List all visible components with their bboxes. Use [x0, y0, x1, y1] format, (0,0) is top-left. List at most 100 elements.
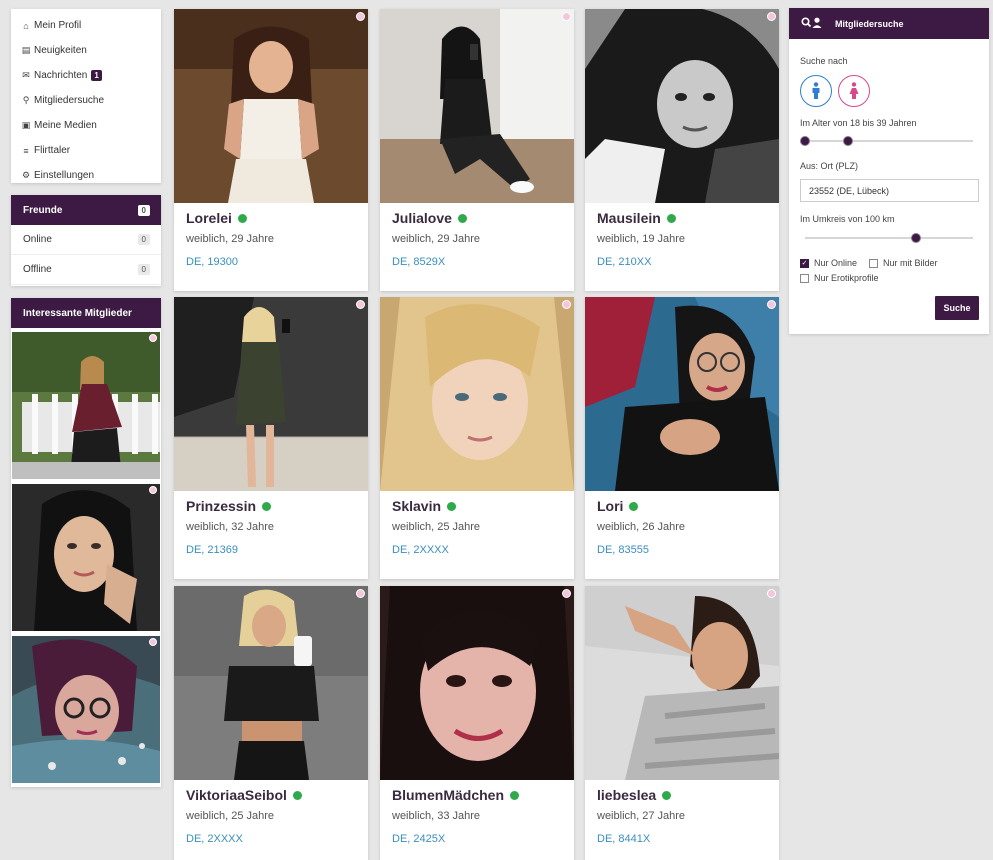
interesting-members-panel: Interessante Mitglieder: [11, 298, 161, 787]
menu-item-member-search[interactable]: ⚲ Mitgliedersuche: [11, 88, 161, 113]
member-photo[interactable]: [380, 9, 574, 203]
member-photo[interactable]: [585, 586, 779, 780]
friends-title: Freunde: [23, 204, 63, 216]
member-gender-age: weiblich, 19 Jahre: [597, 233, 686, 245]
member-name[interactable]: Julialove: [392, 210, 452, 226]
member-card[interactable]: Sklavin weiblich, 25 Jahre DE, 2XXXX: [380, 297, 574, 579]
favorite-heart-icon[interactable]: [149, 334, 157, 342]
favorite-heart-icon[interactable]: [356, 12, 365, 21]
member-location[interactable]: DE, 210XX: [597, 256, 651, 268]
chat-icon: ✉: [22, 70, 30, 80]
member-name[interactable]: BlumenMädchen: [392, 787, 504, 803]
member-name[interactable]: liebeslea: [597, 787, 656, 803]
member-location[interactable]: DE, 8529X: [392, 256, 445, 268]
member-name[interactable]: Lorelei: [186, 210, 232, 226]
friends-online-label: Online: [23, 234, 52, 245]
member-photo-image: [380, 586, 574, 780]
member-name[interactable]: Sklavin: [392, 498, 441, 514]
member-card[interactable]: Lori weiblich, 26 Jahre DE, 83555: [585, 297, 779, 579]
member-search-header: Mitgliedersuche: [789, 8, 989, 39]
member-gender-age: weiblich, 29 Jahre: [186, 233, 275, 245]
menu-item-flirttaler[interactable]: ≡ Flirttaler: [11, 138, 161, 163]
favorite-heart-icon[interactable]: [149, 638, 157, 646]
member-photo[interactable]: [380, 586, 574, 780]
member-photo[interactable]: [174, 297, 368, 491]
member-photo-image: [12, 484, 160, 631]
member-card[interactable]: BlumenMädchen weiblich, 33 Jahre DE, 242…: [380, 586, 574, 860]
member-card[interactable]: Lorelei weiblich, 29 Jahre DE, 19300: [174, 9, 368, 291]
friends-offline-row[interactable]: Offline 0: [11, 255, 161, 285]
member-location[interactable]: DE, 2425X: [392, 833, 445, 845]
member-photo[interactable]: [174, 586, 368, 780]
member-location[interactable]: DE, 8441X: [597, 833, 650, 845]
menu-item-label: Meine Medien: [34, 120, 97, 131]
friends-online-row[interactable]: Online 0: [11, 225, 161, 255]
favorite-heart-icon[interactable]: [149, 486, 157, 494]
favorite-heart-icon[interactable]: [767, 589, 776, 598]
favorite-heart-icon[interactable]: [562, 589, 571, 598]
menu-item-messages[interactable]: ✉ Nachrichten 1: [11, 63, 161, 88]
interesting-member-photo[interactable]: [12, 484, 160, 631]
age-min-handle[interactable]: [800, 136, 810, 146]
friends-offline-label: Offline: [23, 264, 52, 275]
member-card[interactable]: Julialove weiblich, 29 Jahre DE, 8529X: [380, 9, 574, 291]
favorite-heart-icon[interactable]: [562, 12, 571, 21]
search-submit-button[interactable]: Suche: [935, 296, 979, 320]
checkbox-unchecked-icon: [800, 273, 809, 283]
interesting-member-photo[interactable]: [12, 636, 160, 783]
online-status-icon: [662, 790, 672, 800]
coins-icon: ≡: [23, 145, 29, 156]
member-name[interactable]: Prinzessin: [186, 498, 256, 514]
member-location[interactable]: DE, 83555: [597, 544, 649, 556]
newspaper-icon: ▤: [21, 45, 31, 55]
member-location[interactable]: DE, 2XXXX: [392, 544, 449, 556]
checkbox-unchecked-icon: [869, 258, 878, 268]
only-erotic-profiles-checkbox[interactable]: Nur Erotikprofile: [800, 273, 879, 283]
member-photo[interactable]: [585, 297, 779, 491]
member-name[interactable]: Mausilein: [597, 210, 661, 226]
member-name-row: Lorelei: [186, 210, 247, 226]
member-card[interactable]: Prinzessin weiblich, 32 Jahre DE, 21369: [174, 297, 368, 579]
member-name[interactable]: Lori: [597, 498, 623, 514]
favorite-heart-icon[interactable]: [356, 300, 365, 309]
menu-item-media[interactable]: ▣ Meine Medien: [11, 113, 161, 138]
male-filter-button[interactable]: [800, 75, 832, 107]
menu-item-news[interactable]: ▤ Neuigkeiten: [11, 38, 161, 63]
member-location[interactable]: DE, 19300: [186, 256, 238, 268]
radius-slider[interactable]: [805, 237, 973, 239]
location-input[interactable]: [800, 179, 979, 202]
age-max-handle[interactable]: [843, 136, 853, 146]
only-with-pictures-checkbox[interactable]: Nur mit Bilder: [869, 258, 938, 268]
member-photo-image: [380, 9, 574, 203]
age-range-slider[interactable]: [805, 140, 973, 142]
member-card[interactable]: liebeslea weiblich, 27 Jahre DE, 8441X: [585, 586, 779, 860]
menu-item-settings[interactable]: ⚙ Einstellungen: [11, 163, 161, 188]
favorite-heart-icon[interactable]: [767, 300, 776, 309]
interesting-member-photo[interactable]: [12, 332, 160, 479]
female-filter-button[interactable]: [838, 75, 870, 107]
member-gender-age: weiblich, 29 Jahre: [392, 233, 481, 245]
member-photo[interactable]: [174, 9, 368, 203]
member-location[interactable]: DE, 21369: [186, 544, 238, 556]
online-status-icon: [292, 790, 302, 800]
interesting-members-title: Interessante Mitglieder: [11, 298, 161, 328]
member-search-panel: Mitgliedersuche Suche nach Im Alter von …: [789, 8, 989, 334]
search-icon: ⚲: [22, 95, 30, 105]
only-online-checkbox[interactable]: ✓ Nur Online: [800, 258, 857, 268]
radius-label: Im Umkreis von 100 km: [800, 214, 895, 224]
radius-handle[interactable]: [911, 233, 921, 243]
favorite-heart-icon[interactable]: [562, 300, 571, 309]
member-photo[interactable]: [585, 9, 779, 203]
favorite-heart-icon[interactable]: [356, 589, 365, 598]
favorite-heart-icon[interactable]: [767, 12, 776, 21]
member-location[interactable]: DE, 2XXXX: [186, 833, 243, 845]
member-name[interactable]: ViktoriaaSeibol: [186, 787, 287, 803]
member-photo-image: [585, 9, 779, 203]
member-name-row: Mausilein: [597, 210, 676, 226]
member-card[interactable]: Mausilein weiblich, 19 Jahre DE, 210XX: [585, 9, 779, 291]
menu-item-profile[interactable]: ⌂ Mein Profil: [11, 13, 161, 38]
friends-header[interactable]: Freunde 0: [11, 195, 161, 225]
member-photo[interactable]: [380, 297, 574, 491]
member-card[interactable]: ViktoriaaSeibol weiblich, 25 Jahre DE, 2…: [174, 586, 368, 860]
member-gender-age: weiblich, 32 Jahre: [186, 521, 275, 533]
